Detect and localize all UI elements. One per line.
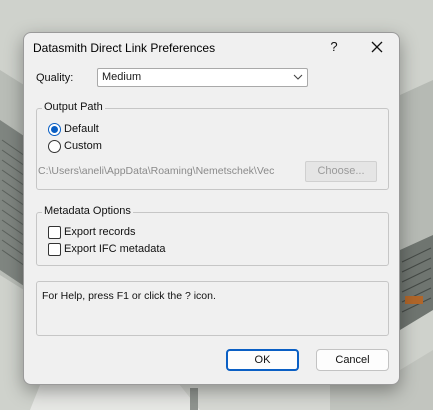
quality-dropdown[interactable]: Medium (97, 68, 308, 87)
export-records-label[interactable]: Export records (64, 226, 136, 238)
close-icon (371, 41, 383, 53)
radio-custom[interactable] (48, 140, 61, 153)
ok-button[interactable]: OK (226, 349, 299, 371)
help-text-box: For Help, press F1 or click the ? icon. (36, 281, 389, 336)
choose-button[interactable]: Choose... (305, 161, 377, 182)
output-path-legend: Output Path (42, 101, 105, 113)
quality-label: Quality: (36, 72, 74, 84)
dialog-titlebar[interactable]: Datasmith Direct Link Preferences ? (24, 33, 399, 61)
chevron-down-icon (293, 74, 303, 80)
output-path-input[interactable]: C:\Users\aneli\AppData\Roaming\Nemetsche… (36, 161, 286, 181)
quality-selected-value: Medium (102, 71, 142, 83)
radio-default[interactable] (48, 123, 61, 136)
export-ifc-label[interactable]: Export IFC metadata (64, 243, 166, 255)
radio-default-label[interactable]: Default (64, 123, 99, 135)
radio-custom-label[interactable]: Custom (64, 140, 102, 152)
help-button[interactable]: ? (324, 36, 344, 58)
preferences-dialog: Datasmith Direct Link Preferences ? Qual… (23, 32, 400, 385)
export-ifc-checkbox[interactable] (48, 243, 61, 256)
help-text: For Help, press F1 or click the ? icon. (42, 290, 216, 302)
cancel-button[interactable]: Cancel (316, 349, 389, 371)
export-records-checkbox[interactable] (48, 226, 61, 239)
metadata-options-group: Metadata Options (36, 205, 389, 266)
close-button[interactable] (366, 36, 388, 58)
metadata-options-legend: Metadata Options (42, 205, 133, 217)
dialog-title: Datasmith Direct Link Preferences (33, 41, 216, 55)
